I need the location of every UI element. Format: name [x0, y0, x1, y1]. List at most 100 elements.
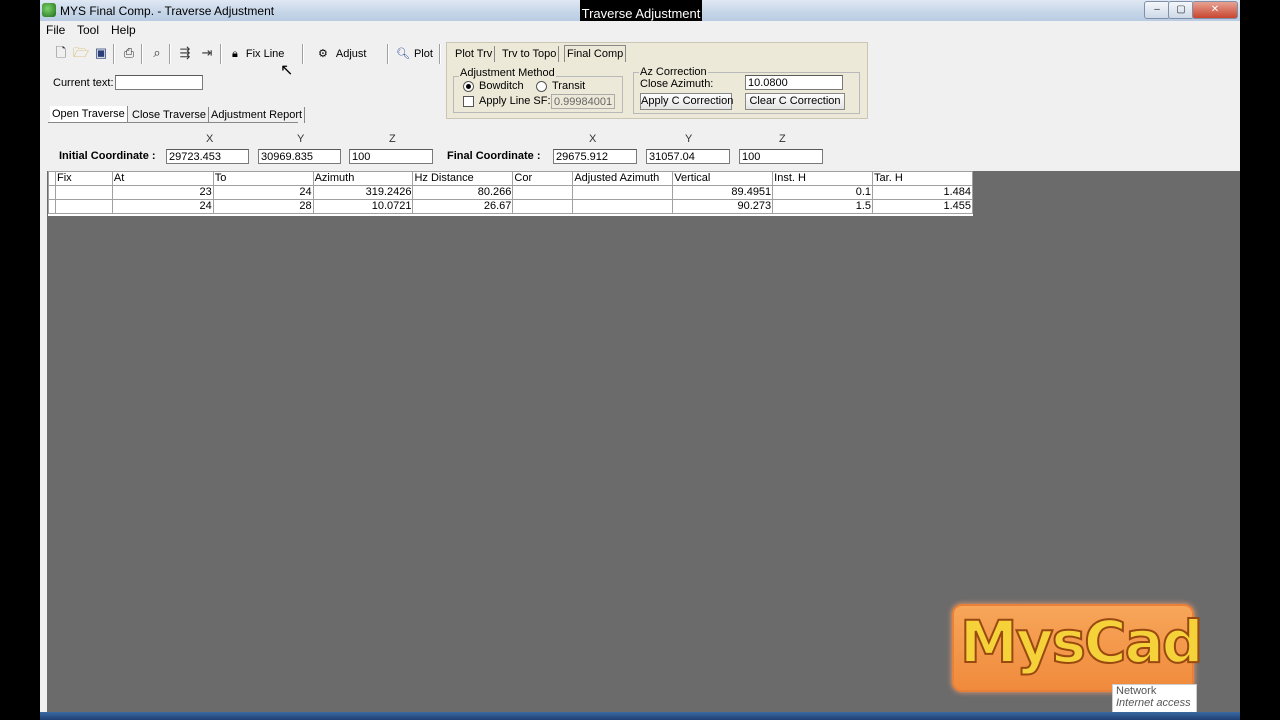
table-cell[interactable]: 1.455: [872, 199, 973, 214]
bowditch-radio[interactable]: [463, 81, 474, 92]
final-x-input[interactable]: [553, 149, 637, 164]
az-correction-title: Az Correction: [639, 66, 708, 78]
table-cell[interactable]: 28: [212, 199, 314, 214]
initial-z-input[interactable]: [349, 149, 433, 164]
table-cell[interactable]: 90.273: [672, 199, 774, 214]
column-header[interactable]: Fix: [54, 171, 113, 186]
table-cell[interactable]: [572, 199, 674, 214]
row-header[interactable]: [48, 199, 56, 214]
adjustment-method-title: Adjustment Method: [459, 67, 556, 79]
table-cell[interactable]: [54, 185, 113, 200]
column-header[interactable]: Vertical: [672, 171, 774, 186]
toolbar: 🗋 🗁 ▣ ⎙ ⌕ ⇶ ⇥ 🔒︎ Fix Line ⚙ Adjust 🔍︎ Plot: [40, 40, 445, 66]
column-header[interactable]: Inst. H: [772, 171, 874, 186]
final-z-header: Z: [779, 133, 786, 145]
tab-close-traverse[interactable]: Close Traverse: [130, 107, 209, 123]
table-row[interactable]: 23 24 319.2426 80.266 89.4951 0.1 1.484: [48, 185, 973, 200]
column-header[interactable]: Cor: [512, 171, 574, 186]
adjust-gears-icon: ⚙: [318, 48, 328, 60]
table-cell[interactable]: 24: [111, 199, 214, 214]
traverse-grid[interactable]: Fix At To Azimuth Hz Distance Cor Adjust…: [48, 171, 973, 216]
fix-line-label: Fix Line: [245, 48, 285, 60]
tab-plot-trv[interactable]: Plot Trv: [453, 46, 496, 62]
close-azimuth-label: Close Azimuth:: [640, 78, 714, 90]
table-cell[interactable]: [512, 199, 574, 214]
final-comp-panel: Plot Trv Trv to Topo Final Comp Adjustme…: [446, 42, 868, 119]
menu-tool[interactable]: Tool: [77, 23, 99, 37]
new-file-icon[interactable]: 🗋: [52, 44, 70, 62]
minimize-button[interactable]: –: [1144, 1, 1170, 19]
fix-line-button[interactable]: 🔒︎ Fix Line: [232, 44, 284, 64]
table-cell[interactable]: 10.0721: [312, 199, 414, 214]
adjust-button[interactable]: ⚙ Adjust: [318, 44, 366, 64]
magnifier-icon: 🔍︎: [396, 48, 410, 60]
menu-bar: File Tool Help: [40, 21, 1240, 39]
tab-open-traverse[interactable]: Open Traverse: [50, 106, 128, 122]
row-header: [48, 171, 56, 186]
current-text-input[interactable]: [115, 75, 203, 90]
toolbar-separator: [169, 44, 171, 64]
row-header[interactable]: [48, 185, 56, 200]
close-azimuth-input[interactable]: [745, 75, 843, 90]
delete-row-icon[interactable]: ⇥: [198, 44, 216, 62]
internet-access-label: Internet access: [1116, 697, 1191, 709]
initial-y-input[interactable]: [258, 149, 341, 164]
table-cell[interactable]: 23: [111, 185, 214, 200]
line-sf-input[interactable]: [551, 94, 615, 109]
save-icon[interactable]: ▣: [92, 44, 110, 62]
initial-z-header: Z: [389, 133, 396, 145]
initial-x-input[interactable]: [166, 149, 249, 164]
network-label: Network: [1116, 685, 1157, 697]
table-cell[interactable]: [572, 185, 674, 200]
final-z-input[interactable]: [739, 149, 823, 164]
table-cell[interactable]: 1.5: [772, 199, 874, 214]
table-cell[interactable]: [54, 199, 113, 214]
myscad-logo: MysCad: [952, 604, 1204, 692]
print-preview-icon[interactable]: ⌕: [148, 44, 166, 62]
table-header-row: Fix At To Azimuth Hz Distance Cor Adjust…: [48, 171, 973, 186]
maximize-button[interactable]: ▢: [1168, 1, 1194, 19]
taskbar[interactable]: [40, 712, 1240, 720]
table-cell[interactable]: 89.4951: [672, 185, 774, 200]
tab-final-comp[interactable]: Final Comp: [564, 45, 627, 62]
toolbar-separator: [220, 44, 222, 64]
adjust-label: Adjust: [335, 48, 367, 60]
clear-c-correction-button[interactable]: Clear C Correction: [745, 93, 845, 110]
transit-label: Transit: [552, 80, 586, 92]
transit-radio[interactable]: [536, 81, 547, 92]
initial-y-header: Y: [297, 133, 305, 145]
open-folder-icon[interactable]: 🗁: [72, 44, 90, 62]
print-icon[interactable]: ⎙: [120, 44, 138, 62]
apply-line-sf-checkbox[interactable]: [463, 96, 474, 107]
current-text-label: Current text:: [53, 77, 114, 89]
mouse-cursor-icon: ↖: [280, 62, 294, 79]
table-cell[interactable]: 1.484: [872, 185, 973, 200]
left-tab-strip: Open Traverse Close Traverse Adjustment …: [48, 105, 306, 123]
table-cell[interactable]: 319.2426: [312, 185, 414, 200]
table-cell[interactable]: 0.1: [772, 185, 874, 200]
menu-help[interactable]: Help: [111, 23, 136, 37]
plot-button[interactable]: 🔍︎ Plot: [396, 44, 433, 64]
insert-row-icon[interactable]: ⇶: [176, 44, 194, 62]
toolbar-separator: [439, 44, 441, 64]
column-header[interactable]: To: [212, 171, 314, 186]
table-row[interactable]: 24 28 10.0721 26.67 90.273 1.5 1.455: [48, 199, 973, 214]
final-y-input[interactable]: [646, 149, 730, 164]
right-tab-strip: Plot Trv Trv to Topo Final Comp: [447, 43, 867, 62]
close-button[interactable]: ✕: [1192, 1, 1238, 19]
table-cell[interactable]: 24: [212, 185, 314, 200]
table-cell[interactable]: 26.67: [412, 199, 514, 214]
tab-adjustment-report[interactable]: Adjustment Report: [209, 107, 306, 123]
menu-file[interactable]: File: [46, 23, 65, 37]
toolbar-separator: [302, 44, 304, 64]
table-cell[interactable]: [512, 185, 574, 200]
tab-trv-to-topo[interactable]: Trv to Topo: [500, 46, 560, 62]
apply-c-correction-button[interactable]: Apply C Correction: [640, 93, 733, 110]
table-cell[interactable]: 80.266: [412, 185, 514, 200]
column-header[interactable]: Hz Distance: [412, 171, 514, 186]
column-header[interactable]: At: [111, 171, 214, 186]
column-header[interactable]: Adjusted Azimuth: [572, 171, 674, 186]
column-header[interactable]: Tar. H: [872, 171, 973, 186]
column-header[interactable]: Azimuth: [312, 171, 414, 186]
final-y-header: Y: [685, 133, 693, 145]
